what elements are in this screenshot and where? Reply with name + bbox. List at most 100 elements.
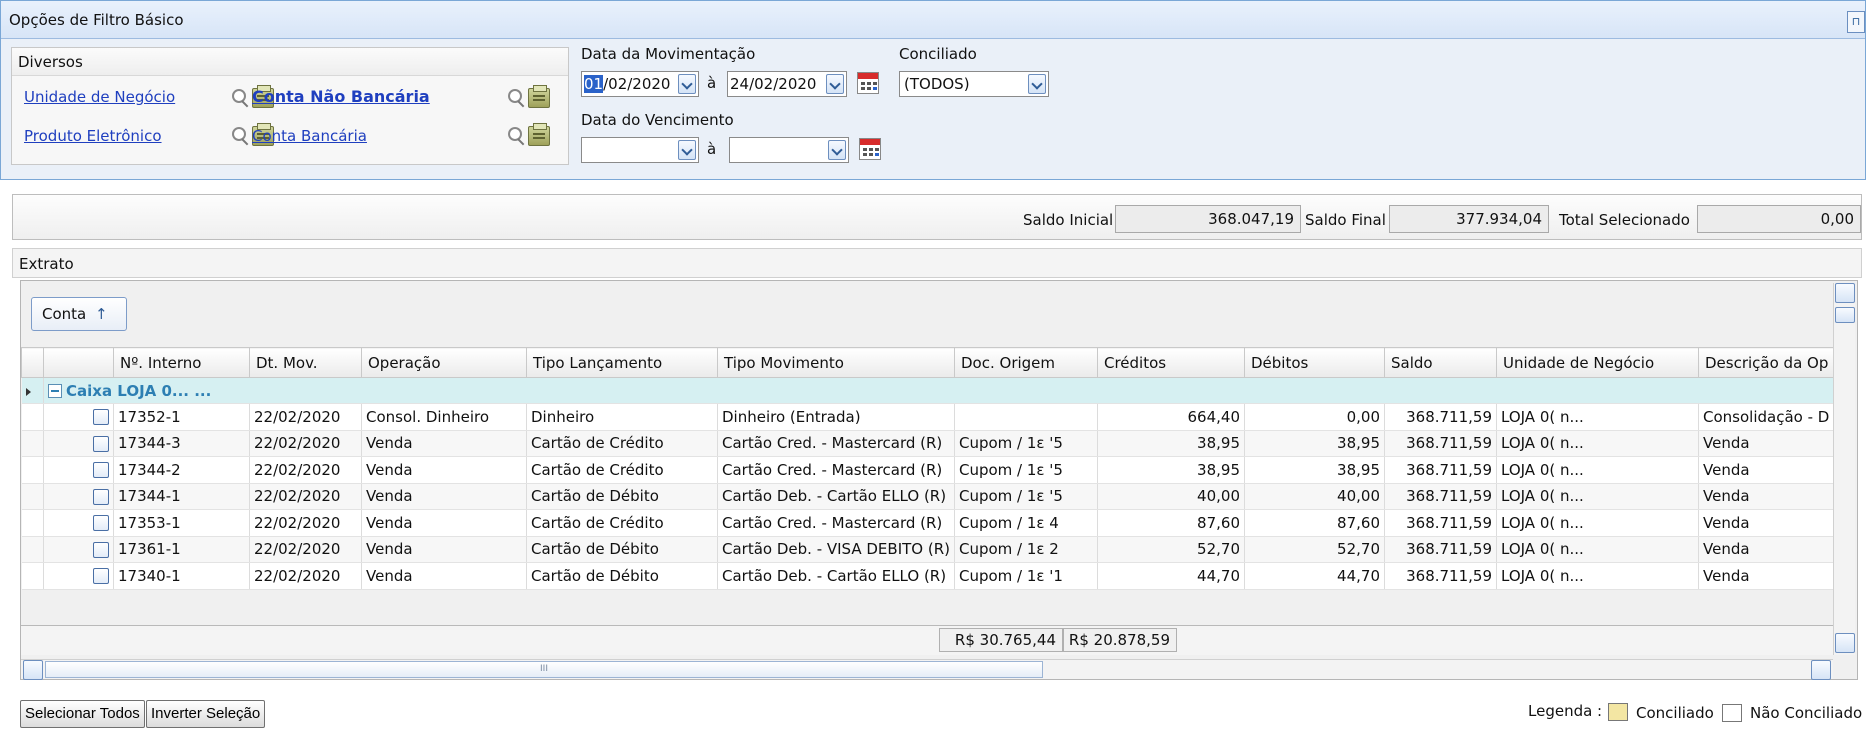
table-row[interactable]: 17344-3 22/02/2020 Venda Cartão de Crédito C… bbox=[21, 430, 1835, 457]
cell-creditos: 38,95 bbox=[1097, 430, 1245, 457]
inverter-selecao-button[interactable]: Inverter Seleção bbox=[146, 700, 266, 728]
conta-bancaria-icons bbox=[508, 123, 550, 146]
date-from-rest: /02/2020 bbox=[603, 75, 671, 93]
data-movimentacao-to-input[interactable]: 24/02/2020 bbox=[727, 71, 847, 97]
table-row[interactable]: 17361-1 22/02/2020 Venda Cartão de Débito Ca… bbox=[21, 536, 1835, 563]
group-header[interactable]: Caixa LOJA 0... ... bbox=[43, 377, 1835, 404]
cell-tipo_mov: Cartão Deb. - Cartão ELLO (R) bbox=[717, 483, 955, 510]
row-checkbox[interactable] bbox=[93, 435, 109, 452]
row-checkbox[interactable] bbox=[93, 568, 109, 585]
produto-eletronico-link[interactable]: Produto Eletrônico bbox=[24, 127, 162, 145]
search-icon[interactable] bbox=[508, 127, 526, 145]
cell-debitos: 0,00 bbox=[1244, 403, 1385, 431]
group-row[interactable]: Caixa LOJA 0... ... bbox=[21, 377, 1835, 404]
col-header[interactable]: Operação bbox=[361, 347, 527, 378]
table-row[interactable]: 17344-1 22/02/2020 Venda Cartão de Débito Ca… bbox=[21, 483, 1835, 510]
pin-icon[interactable]: ⊓ bbox=[1847, 11, 1865, 33]
search-icon[interactable] bbox=[232, 89, 250, 107]
table-header-row: Nº. Interno Dt. Mov. Operação Tipo Lança… bbox=[21, 347, 1835, 378]
conciliado-select[interactable]: (TODOS) bbox=[899, 71, 1049, 97]
cell-unidade: LOJA 0( ⁠n... bbox=[1496, 562, 1699, 590]
col-header[interactable]: Créditos bbox=[1097, 347, 1245, 378]
collapse-icon[interactable] bbox=[48, 384, 62, 398]
conta-nao-bancaria-link[interactable]: Conta Não Bancária bbox=[252, 87, 430, 106]
table-row[interactable]: 17353-1 22/02/2020 Venda Cartão de Crédito C… bbox=[21, 509, 1835, 537]
calendar-icon[interactable] bbox=[859, 138, 881, 160]
cell-creditos: 52,70 bbox=[1097, 536, 1245, 563]
row-checkbox[interactable] bbox=[93, 462, 109, 479]
cell-creditos: 44,70 bbox=[1097, 562, 1245, 590]
table-row[interactable]: 17340-1 22/02/2020 Venda Cartão de Débito Ca… bbox=[21, 562, 1835, 590]
group-by-conta-button[interactable]: Conta ↑ bbox=[31, 297, 127, 331]
table-row[interactable]: 17352-1 22/02/2020 Consol. Dinheiro Dinheir… bbox=[21, 403, 1835, 431]
chevron-down-icon[interactable] bbox=[1028, 74, 1046, 94]
cell-unidade: LOJA 0( ⁠n... bbox=[1496, 456, 1699, 484]
row-checkbox[interactable] bbox=[93, 541, 109, 558]
row-select-cell bbox=[43, 403, 114, 431]
chevron-down-icon[interactable] bbox=[678, 140, 696, 160]
vertical-scrollbar[interactable] bbox=[1833, 283, 1855, 655]
search-icon[interactable] bbox=[232, 127, 250, 145]
chevron-down-icon[interactable] bbox=[828, 140, 846, 160]
cell-saldo: 368.711,59 bbox=[1384, 456, 1497, 484]
col-header[interactable]: Nº. Interno bbox=[113, 347, 250, 378]
horizontal-scrollbar[interactable]: III bbox=[21, 659, 1833, 680]
cell-unidade: LOJA 0( ⁠n... bbox=[1496, 483, 1699, 510]
conta-bancaria-link[interactable]: Conta Bancária bbox=[252, 127, 367, 145]
cell-tipo_lanc: Cartão de Crédito bbox=[526, 456, 718, 484]
conciliado-label: Conciliado bbox=[899, 45, 977, 63]
row-indicator bbox=[21, 562, 44, 590]
cell-doc: Cupom / 1ε '5 bbox=[954, 430, 1098, 457]
scroll-down-icon[interactable] bbox=[1835, 633, 1855, 653]
col-header[interactable]: Descrição da Op bbox=[1697, 347, 1835, 378]
hscroll-thumb[interactable]: III bbox=[45, 661, 1043, 678]
chevron-down-icon[interactable] bbox=[826, 74, 844, 94]
cell-doc: Cupom / 1ε '5 bbox=[954, 483, 1098, 510]
select-header bbox=[43, 347, 114, 378]
col-header[interactable]: Débitos bbox=[1244, 347, 1385, 378]
extrato-grid: Conta ↑ Nº. Interno Dt. Mov. Operação Ti… bbox=[20, 280, 1858, 680]
clear-icon[interactable] bbox=[528, 85, 550, 108]
cell-interno: 17344-1 bbox=[113, 483, 250, 510]
col-header[interactable]: Unidade de Negócio bbox=[1496, 347, 1699, 378]
chevron-down-icon[interactable] bbox=[678, 74, 696, 94]
cell-operacao: Venda bbox=[361, 483, 527, 510]
row-indicator bbox=[21, 403, 44, 431]
cell-descricao: Venda bbox=[1698, 483, 1835, 510]
col-header[interactable]: Dt. Mov. bbox=[249, 347, 362, 378]
filter-panel-title: Opções de Filtro Básico bbox=[1, 1, 1865, 39]
date-to-value: 24/02/2020 bbox=[730, 75, 817, 93]
total-creditos: R$ 30.765,44 bbox=[939, 628, 1063, 652]
clear-icon[interactable] bbox=[528, 123, 550, 146]
sort-up-icon: ↑ bbox=[95, 305, 108, 323]
table-row[interactable]: 17344-2 22/02/2020 Venda Cartão de Crédito C… bbox=[21, 456, 1835, 484]
col-header[interactable]: Doc. Origem bbox=[954, 347, 1098, 378]
cell-creditos: 38,95 bbox=[1097, 456, 1245, 484]
col-header[interactable]: Saldo bbox=[1384, 347, 1497, 378]
row-pointer-icon bbox=[25, 387, 31, 396]
scroll-right-icon[interactable] bbox=[1811, 660, 1831, 680]
cell-operacao: Venda bbox=[361, 562, 527, 590]
col-header[interactable]: Tipo Movimento bbox=[717, 347, 955, 378]
row-checkbox[interactable] bbox=[93, 488, 109, 505]
cell-descricao: Venda bbox=[1698, 562, 1835, 590]
cell-debitos: 38,95 bbox=[1244, 456, 1385, 484]
cell-doc: Cupom / 1ε ⁠4 bbox=[954, 509, 1098, 537]
scroll-left-icon[interactable] bbox=[23, 660, 43, 680]
data-movimentacao-from-input[interactable]: 01/02/2020 bbox=[581, 71, 699, 97]
search-icon[interactable] bbox=[508, 89, 526, 107]
row-checkbox[interactable] bbox=[93, 409, 109, 426]
col-header[interactable]: Tipo Lançamento bbox=[526, 347, 718, 378]
cell-descricao: Venda bbox=[1698, 456, 1835, 484]
calendar-icon[interactable] bbox=[857, 72, 879, 94]
unidade-negocio-link[interactable]: Unidade de Negócio bbox=[24, 88, 175, 106]
data-vencimento-to-input[interactable] bbox=[729, 137, 849, 163]
scroll-thumb[interactable] bbox=[1835, 307, 1855, 323]
legend-label: Legenda : bbox=[1528, 702, 1603, 720]
scroll-up-icon[interactable] bbox=[1835, 283, 1855, 303]
data-vencimento-from-input[interactable] bbox=[581, 137, 699, 163]
saldo-inicial-value: 368.047,19 bbox=[1115, 205, 1301, 233]
extrato-title: Extrato bbox=[12, 248, 1862, 278]
selecionar-todos-button[interactable]: Selecionar Todos bbox=[20, 700, 145, 728]
row-checkbox[interactable] bbox=[93, 515, 109, 532]
